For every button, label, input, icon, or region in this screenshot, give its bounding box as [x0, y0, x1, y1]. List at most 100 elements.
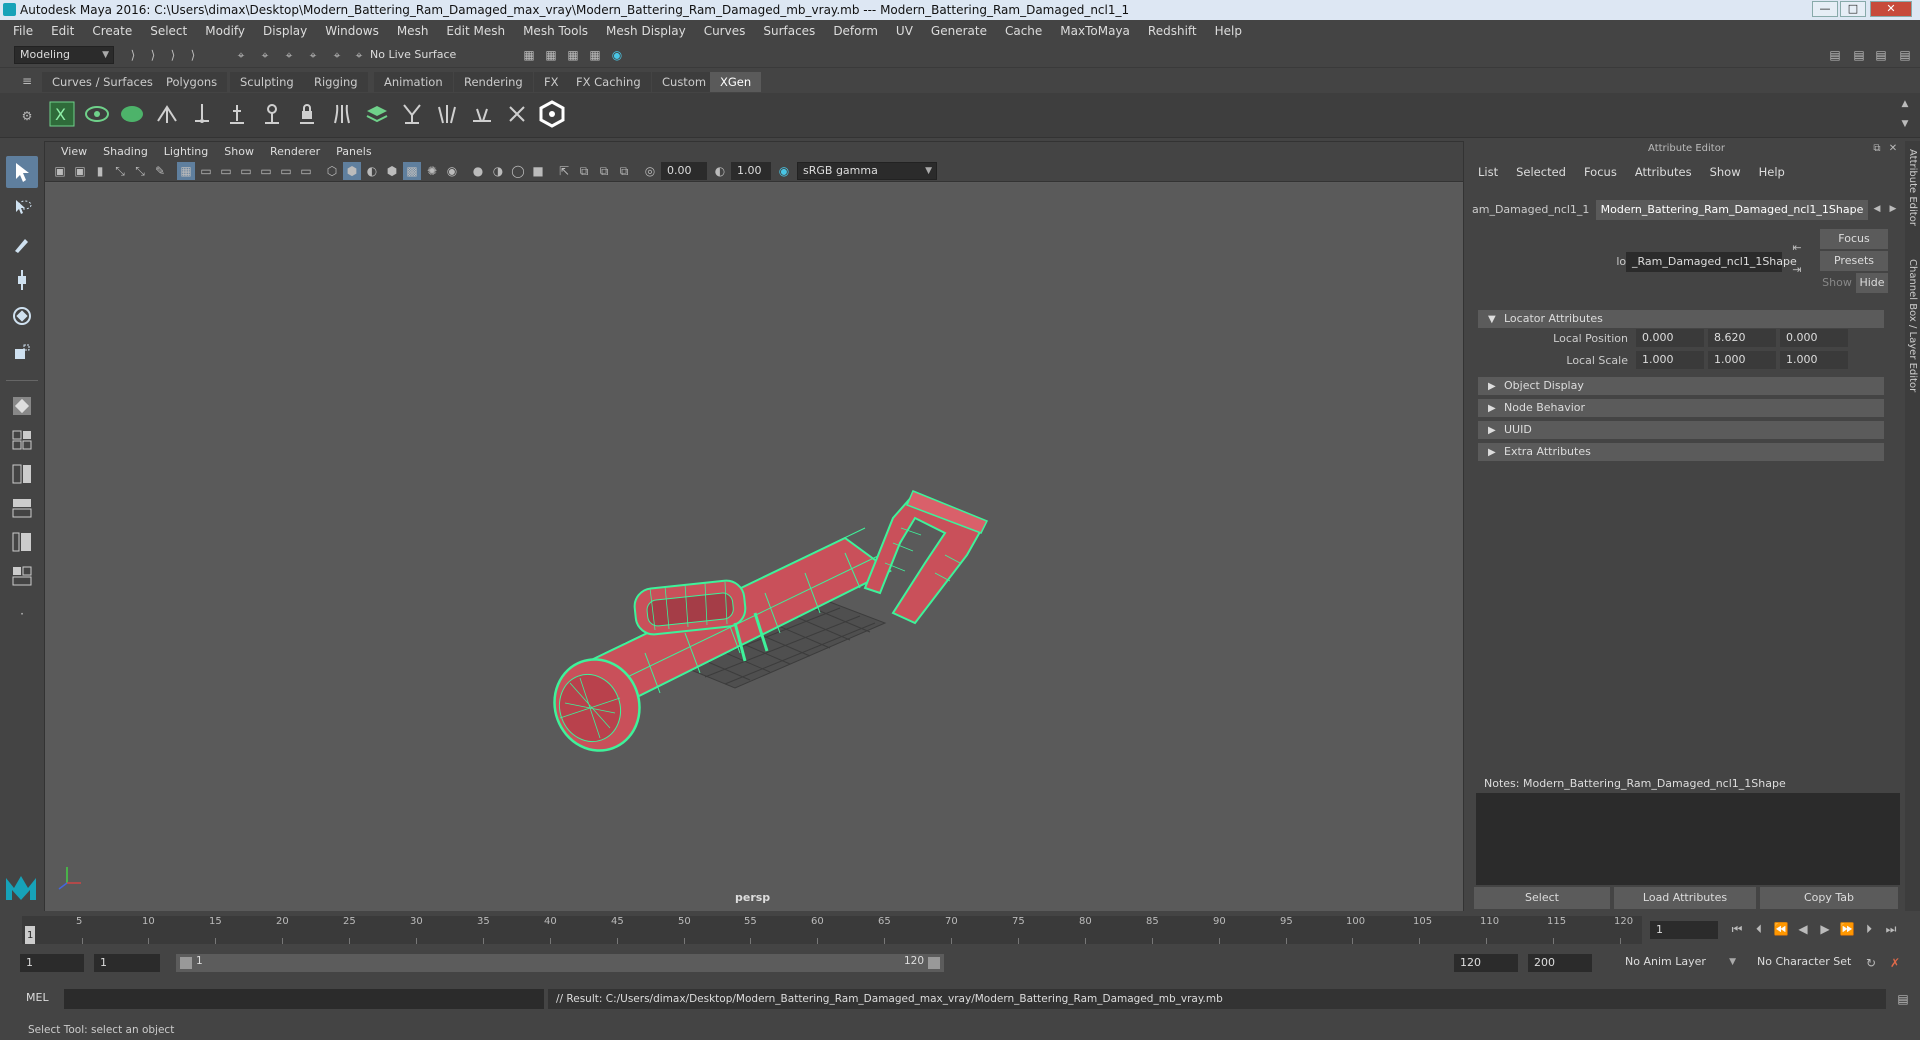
xgen-guide-flatten-icon[interactable] [467, 99, 497, 129]
camera-select-icon[interactable]: ▣ [51, 162, 69, 180]
snap-curve-icon[interactable]: ⌖ [328, 46, 346, 64]
local-position-z-field[interactable]: 0.000 [1780, 329, 1848, 347]
snap-point-icon[interactable]: ⌖ [350, 46, 368, 64]
range-bar[interactable]: 1 120 [176, 954, 944, 972]
ae-menu-focus[interactable]: Focus [1584, 165, 1617, 179]
tab-fx-caching[interactable]: FX Caching [566, 72, 651, 92]
range-end-handle[interactable] [928, 957, 940, 969]
menu-edit[interactable]: Edit [42, 24, 83, 38]
play-backward-icon[interactable]: ◀ [1794, 920, 1812, 938]
xgen-guide-to-curves-icon[interactable] [327, 99, 357, 129]
locator-name-field[interactable]: _Ram_Damaged_ncl1_1Shape [1626, 252, 1797, 272]
hypershade-layout-icon[interactable] [6, 560, 38, 592]
menu-windows[interactable]: Windows [316, 24, 388, 38]
smooth-shade-icon[interactable]: ⬢ [343, 162, 361, 180]
save-scene-icon[interactable]: ⟩ [184, 46, 202, 64]
exposure-field[interactable]: 0.00 [661, 162, 707, 180]
tab-fx[interactable]: FX [534, 72, 569, 92]
tab-xgen[interactable]: XGen [710, 72, 762, 92]
depth-of-field-icon[interactable]: ■ [529, 162, 547, 180]
single-perspective-layout-icon[interactable] [6, 390, 38, 422]
select-tool-icon[interactable] [6, 156, 38, 188]
xgen-sculpt-guide-icon[interactable] [187, 99, 217, 129]
anim-layer-dropdown[interactable]: No Anim Layer ▼ [1620, 954, 1740, 972]
viewport-menu-renderer[interactable]: Renderer [262, 145, 328, 158]
tab-curves-surfaces[interactable]: Curves / Surfaces [42, 72, 163, 92]
mode-dropdown[interactable]: Modeling ▼ [14, 46, 114, 64]
close-button[interactable]: ✕ [1870, 1, 1912, 17]
viewport-menu-show[interactable]: Show [216, 145, 262, 158]
select-button[interactable]: Select [1474, 887, 1610, 909]
hypershade-icon[interactable]: ▦ [586, 46, 604, 64]
new-scene-icon[interactable]: ⟩ [144, 46, 162, 64]
ae-menu-list[interactable]: List [1478, 165, 1498, 179]
local-scale-z-field[interactable]: 1.000 [1780, 351, 1848, 369]
menu-create[interactable]: Create [83, 24, 141, 38]
two-view-layout-icon[interactable] [6, 458, 38, 490]
attribute-editor-side-tab[interactable]: Attribute Editor [1907, 149, 1918, 226]
script-editor-icon[interactable]: ▤ [1894, 990, 1912, 1008]
xgen-curves-to-guides-icon[interactable] [397, 99, 427, 129]
range-start-handle[interactable] [180, 957, 192, 969]
channel-box-side-tab[interactable]: Channel Box / Layer Editor [1907, 259, 1918, 392]
xgen-hexagon-icon[interactable] [537, 99, 567, 129]
bookmark-icon[interactable]: ▮ [91, 162, 109, 180]
color-management-icon[interactable]: ◉ [775, 162, 793, 180]
shelf-scroll-up-icon[interactable]: ▲ [1896, 95, 1914, 113]
section-locator-attributes[interactable]: ▼ Locator Attributes [1478, 310, 1884, 328]
render-frame-icon[interactable]: ▦ [520, 46, 538, 64]
ipr-render-icon[interactable]: ▦ [542, 46, 560, 64]
menu-redshift[interactable]: Redshift [1139, 24, 1206, 38]
menu-curves[interactable]: Curves [695, 24, 755, 38]
render-settings-icon[interactable]: ▦ [564, 46, 582, 64]
section-node-behavior[interactable]: ▶ Node Behavior [1478, 399, 1884, 417]
field-chart-icon[interactable]: ▭ [257, 162, 275, 180]
ae-menu-show[interactable]: Show [1710, 165, 1741, 179]
focus-button[interactable]: Focus [1820, 229, 1888, 249]
tab-next-icon[interactable]: ▶ [1884, 200, 1902, 218]
tab-sculpting[interactable]: Sculpting [230, 72, 304, 92]
colorspace-dropdown[interactable]: sRGB gamma ▼ [797, 162, 937, 180]
menu-mesh-display[interactable]: Mesh Display [597, 24, 695, 38]
viewport-menu-shading[interactable]: Shading [95, 145, 156, 158]
menu-select[interactable]: Select [141, 24, 196, 38]
menu-generate[interactable]: Generate [922, 24, 996, 38]
shelf-menu-icon[interactable]: ≡ [18, 72, 36, 90]
paint-select-tool-icon[interactable] [6, 228, 38, 260]
anti-aliasing-icon[interactable]: ◯ [509, 162, 527, 180]
battering-ram-model[interactable] [542, 490, 989, 763]
viewport-menu-lighting[interactable]: Lighting [156, 145, 216, 158]
grid-toggle-icon[interactable]: ▦ [177, 162, 195, 180]
exposure-icon[interactable]: ◎ [641, 162, 659, 180]
local-scale-x-field[interactable]: 1.000 [1636, 351, 1704, 369]
xgen-normalize-guide-icon[interactable] [257, 99, 287, 129]
menu-file[interactable]: File [4, 24, 42, 38]
script-language-label[interactable]: MEL [26, 991, 49, 1004]
animation-end-field[interactable]: 200 [1528, 954, 1592, 972]
safe-action-icon[interactable]: ▭ [277, 162, 295, 180]
shadows-icon[interactable]: ◉ [443, 162, 461, 180]
step-forward-key-icon[interactable]: ⏩ [1838, 920, 1856, 938]
viewport-canvas[interactable]: persp [45, 183, 1463, 911]
current-frame-field[interactable]: 1 [1650, 921, 1718, 939]
tab-rigging[interactable]: Rigging [304, 72, 368, 92]
2d-pan-zoom-icon[interactable]: ⤡ [131, 162, 149, 180]
tab-polygons[interactable]: Polygons [156, 72, 228, 92]
menu-surfaces[interactable]: Surfaces [754, 24, 824, 38]
xgen-add-guide-icon[interactable] [152, 99, 182, 129]
ambient-occlusion-icon[interactable]: ● [469, 162, 487, 180]
tab-custom[interactable]: Custom [652, 72, 717, 92]
section-object-display[interactable]: ▶ Object Display [1478, 377, 1884, 395]
menu-help[interactable]: Help [1206, 24, 1251, 38]
scale-tool-icon[interactable] [6, 336, 38, 368]
select-by-object-icon[interactable]: ⌖ [256, 46, 274, 64]
wireframe-icon[interactable]: ⬡ [323, 162, 341, 180]
four-view-layout-icon[interactable] [6, 424, 38, 456]
step-back-icon[interactable]: ⏴ [1750, 920, 1768, 938]
ae-menu-help[interactable]: Help [1759, 165, 1785, 179]
menu-mesh[interactable]: Mesh [388, 24, 438, 38]
motion-blur-icon[interactable]: ◑ [489, 162, 507, 180]
toggle-attribute-editor-icon[interactable]: ▤ [1850, 46, 1868, 64]
auto-key-icon[interactable]: ↻ [1862, 954, 1880, 972]
menu-cache[interactable]: Cache [996, 24, 1051, 38]
